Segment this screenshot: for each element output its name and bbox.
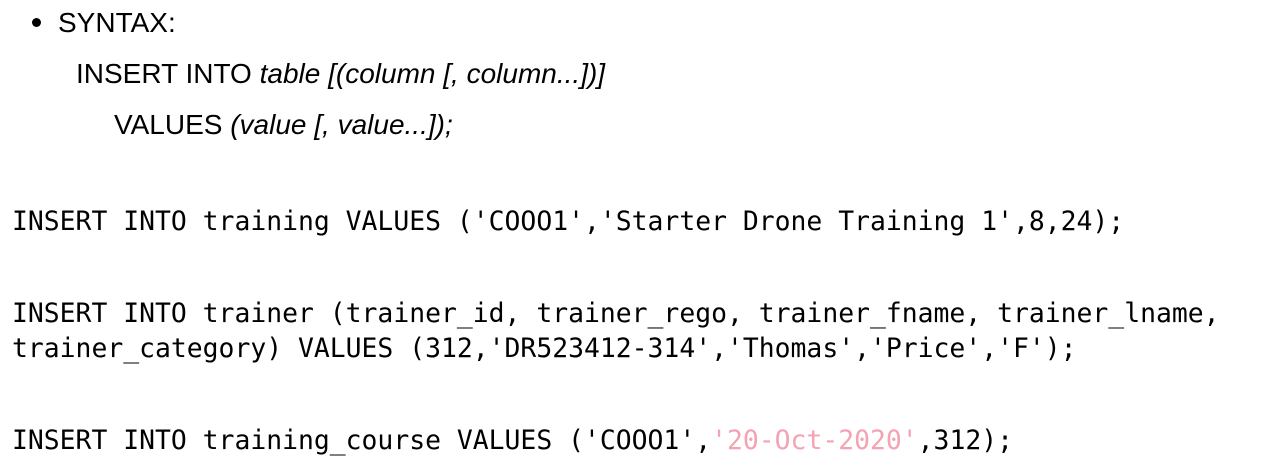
syntax-values-list: (value [, value...]); [230, 109, 453, 140]
sql-course-prefix: INSERT INTO training_course VALUES ('COO… [12, 425, 712, 456]
sql-course-date: '20-Oct-2020' [711, 425, 918, 456]
syntax-line-values: VALUES (value [, value...]); [114, 111, 453, 139]
sql-insert-training: INSERT INTO training VALUES ('COOO1','St… [12, 206, 1125, 237]
sql-course-suffix: ,312); [917, 425, 1014, 456]
sql-insert-trainer-line2: trainer_category) VALUES (312,'DR523412-… [12, 333, 1077, 364]
sql-insert-trainer-line1: INSERT INTO trainer (trainer_id, trainer… [12, 298, 1220, 329]
sql-insert-training-course: INSERT INTO training_course VALUES ('COO… [12, 425, 1014, 456]
syntax-keyword-insert: INSERT INTO [76, 58, 260, 89]
bullet-icon [32, 18, 41, 27]
syntax-label: SYNTAX: [58, 7, 176, 38]
syntax-keyword-values: VALUES [114, 109, 231, 140]
syntax-line-insert: INSERT INTO table [(column [, column...]… [76, 60, 605, 88]
syntax-table-columns: table [(column [, column...])] [259, 58, 606, 89]
